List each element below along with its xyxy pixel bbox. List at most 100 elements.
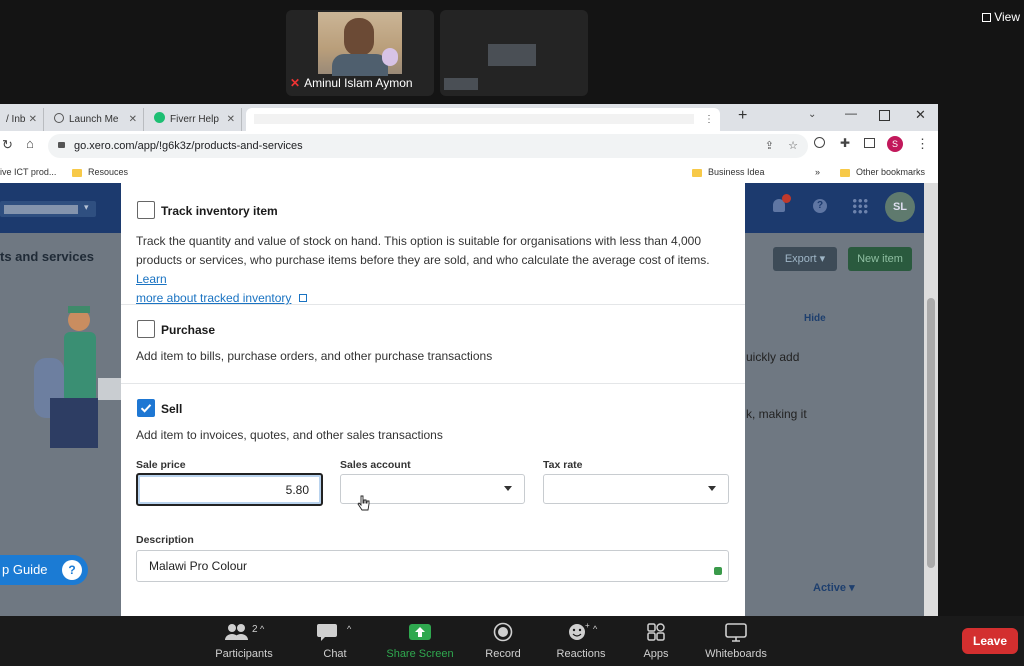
close-tab-icon[interactable]: ✕ <box>29 108 37 131</box>
sell-checkbox[interactable] <box>137 399 155 417</box>
lock-icon <box>58 142 65 148</box>
svg-text:^: ^ <box>347 624 352 634</box>
bookmarks-overflow[interactable]: » <box>815 161 820 183</box>
chat-button[interactable]: ^ Chat <box>295 622 375 660</box>
close-tab-icon[interactable]: ⋮ <box>704 108 714 131</box>
sell-desc: Add item to invoices, quotes, and other … <box>136 428 443 442</box>
bookmark-ict[interactable]: ive ICT prod... <box>0 161 56 183</box>
grammar-extension-icon[interactable] <box>714 567 722 575</box>
profile-avatar[interactable]: S <box>887 136 903 152</box>
active-filter[interactable]: Active ▾ <box>813 581 855 594</box>
apps-icon <box>647 623 665 641</box>
track-inventory-section: Track inventory item Track the quantity … <box>121 183 745 305</box>
page-title: ts and services <box>0 249 94 264</box>
help-icon[interactable]: ? <box>813 199 827 213</box>
participant-name-label: ✕ Aminul Islam Aymon <box>290 76 413 90</box>
name-placeholder <box>444 78 478 90</box>
purchase-desc: Add item to bills, purchase orders, and … <box>136 349 493 363</box>
address-bar-row: ↻ ⌂ go.xero.com/app/!g6k3z/products-and-… <box>0 131 938 161</box>
url-input[interactable]: go.xero.com/app/!g6k3z/products-and-serv… <box>48 134 808 158</box>
tax-rate-label: Tax rate <box>543 459 583 471</box>
participant-video-tile[interactable]: ✕ Aminul Islam Aymon <box>286 10 434 96</box>
track-inventory-desc: Track the quantity and value of stock on… <box>136 234 710 305</box>
tab-search-icon[interactable]: ⌄ <box>808 109 816 120</box>
participants-icon: 2 ^ <box>225 624 265 640</box>
zoom-toolbar: 2 ^ Participants ^ Chat Share Screen Rec… <box>0 616 1024 666</box>
sell-title: Sell <box>161 402 183 416</box>
chevron-down-icon: ▾ <box>84 202 89 212</box>
share-icon[interactable]: ⇪ <box>765 134 774 158</box>
apps-grid-icon[interactable] <box>852 198 868 214</box>
bookmark-other[interactable]: Other bookmarks <box>840 161 925 183</box>
banner-text-2: k, making it <box>746 407 807 421</box>
page-scrollbar[interactable] <box>924 183 938 616</box>
new-tab-button[interactable]: + <box>738 107 747 125</box>
guide-icon: ? <box>62 560 82 580</box>
record-button[interactable]: Record <box>463 622 543 660</box>
notifications-icon[interactable] <box>773 194 791 212</box>
tab-title-placeholder <box>254 114 694 124</box>
purchase-title: Purchase <box>161 323 216 337</box>
track-inventory-title: Track inventory item <box>161 204 278 218</box>
record-icon <box>493 622 513 642</box>
scrollbar-thumb[interactable] <box>927 298 935 568</box>
checkmark-icon <box>140 404 152 413</box>
participants-button[interactable]: 2 ^ Participants <box>204 622 284 660</box>
org-name-placeholder <box>4 205 78 214</box>
bookmark-business-idea[interactable]: Business Idea <box>692 161 765 183</box>
home-icon[interactable]: ⌂ <box>26 136 34 151</box>
svg-text:2: 2 <box>252 624 258 635</box>
share-screen-icon <box>409 624 431 640</box>
sidepanel-icon[interactable] <box>864 138 875 148</box>
user-avatar[interactable]: SL <box>885 192 915 222</box>
whiteboards-button[interactable]: Whiteboards <box>696 622 776 660</box>
tab-fiverr[interactable]: Fiverr Help ✕ <box>146 108 242 131</box>
close-tab-icon[interactable]: ✕ <box>129 108 137 131</box>
grid-view-icon <box>982 13 992 22</box>
leave-button[interactable]: Leave <box>962 628 1018 654</box>
minimize-button[interactable]: — <box>845 106 857 120</box>
extensions-icon[interactable]: ✚ <box>840 136 850 150</box>
fiverr-icon <box>154 112 165 123</box>
svg-text:+: + <box>585 622 590 630</box>
bookmark-star-icon[interactable]: ☆ <box>788 134 798 158</box>
sale-price-input[interactable]: 5.80 <box>136 473 323 506</box>
menu-icon[interactable]: ⋮ <box>916 136 929 152</box>
shopkeeper-illustration <box>34 306 122 448</box>
bookmarks-bar: ive ICT prod... Resouces Business Idea »… <box>0 161 938 183</box>
external-link-icon <box>298 294 307 302</box>
restore-button[interactable] <box>879 110 890 121</box>
participant-video-tile-2[interactable] <box>440 10 588 96</box>
purchase-section: Purchase Add item to bills, purchase ord… <box>121 304 745 384</box>
learn-more-link[interactable]: Learn <box>136 272 167 286</box>
close-window-button[interactable]: ✕ <box>915 107 926 123</box>
tab-inbox[interactable]: / Inb ✕ <box>0 108 44 131</box>
video-placeholder <box>488 44 536 66</box>
org-switcher[interactable]: ▾ <box>0 201 96 217</box>
reactions-button[interactable]: + ^ Reactions <box>541 622 621 660</box>
password-icon[interactable] <box>814 137 825 148</box>
globe-icon <box>54 113 64 123</box>
view-button[interactable]: View <box>982 10 1020 24</box>
close-tab-icon[interactable]: ✕ <box>227 108 235 131</box>
apps-button[interactable]: Apps <box>616 622 696 660</box>
description-input[interactable]: Malawi Pro Colour <box>136 550 729 582</box>
reload-icon[interactable]: ↻ <box>2 137 13 153</box>
tab-active[interactable]: ⋮ <box>246 108 720 131</box>
hide-link[interactable]: Hide <box>804 313 826 324</box>
tax-rate-select[interactable] <box>543 474 729 504</box>
export-button[interactable]: Export ▾ <box>773 247 837 271</box>
bookmark-resouces[interactable]: Resouces <box>72 161 128 183</box>
tab-launch[interactable]: Launch Me ✕ <box>46 108 144 131</box>
description-label: Description <box>136 534 194 546</box>
share-screen-button[interactable]: Share Screen <box>380 622 460 660</box>
participant-video <box>318 12 402 76</box>
notification-badge <box>782 194 791 203</box>
purchase-checkbox[interactable] <box>137 320 155 338</box>
chevron-down-icon <box>504 486 512 491</box>
learn-more-link-cont[interactable]: more about tracked inventory <box>136 291 291 305</box>
track-inventory-checkbox[interactable] <box>137 201 155 219</box>
new-item-button[interactable]: New item <box>848 247 912 271</box>
app-guide-button[interactable]: p Guide ? <box>0 555 88 585</box>
sell-section: Sell Add item to invoices, quotes, and o… <box>121 383 745 616</box>
